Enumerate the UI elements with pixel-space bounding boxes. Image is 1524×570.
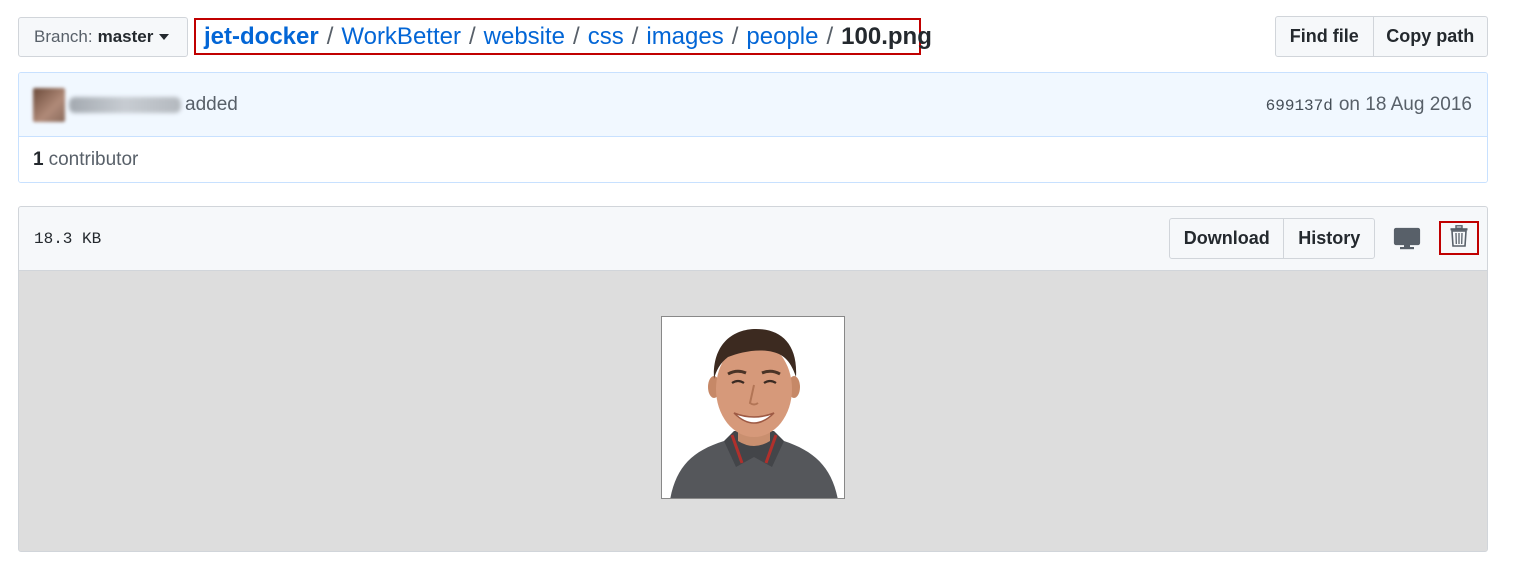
file-actions: Download History (1169, 218, 1375, 259)
branch-label: Branch: (34, 27, 93, 46)
commit-sha-link[interactable]: 699137d (1266, 97, 1333, 115)
branch-name: master (97, 27, 154, 46)
person-photo (661, 316, 845, 499)
breadcrumb-separator: / (731, 22, 739, 50)
contributors-count: 1 (33, 149, 44, 170)
branch-selector-button[interactable]: Branch: master (18, 17, 188, 57)
breadcrumb: jet-docker / WorkBetter / website / css … (194, 18, 932, 55)
trash-icon (1450, 224, 1468, 252)
breadcrumb-current-file: 100.png (841, 22, 932, 50)
file-size: 18.3 KB (34, 229, 102, 248)
contributors-label: contributor (48, 149, 139, 170)
breadcrumb-link-workbetter[interactable]: WorkBetter (341, 23, 461, 51)
desktop-icon[interactable] (1393, 227, 1421, 251)
author-avatar[interactable] (33, 87, 65, 122)
commit-message[interactable]: added (185, 94, 238, 116)
author-name-blurred[interactable] (69, 96, 181, 113)
image-preview-area (19, 271, 1487, 551)
file-navigation-actions: Find file Copy path (1275, 16, 1488, 57)
breadcrumb-separator: / (631, 22, 639, 50)
delete-file-button[interactable] (1439, 221, 1479, 255)
find-file-button[interactable]: Find file (1276, 17, 1373, 56)
breadcrumb-separator: / (468, 22, 476, 50)
breadcrumb-repo-link[interactable]: jet-docker (204, 23, 319, 51)
caret-down-icon (159, 34, 170, 40)
commit-tease: added 699137d on 18 Aug 2016 1 contributo… (18, 72, 1488, 183)
file-viewer: 18.3 KB Download History (18, 206, 1488, 552)
latest-commit-row: added 699137d on 18 Aug 2016 (19, 73, 1487, 137)
history-button[interactable]: History (1283, 219, 1374, 258)
breadcrumb-separator: / (573, 22, 580, 50)
breadcrumb-link-images[interactable]: images (646, 23, 723, 51)
commit-date: on 18 Aug 2016 (1338, 93, 1472, 115)
copy-path-button[interactable]: Copy path (1372, 17, 1487, 56)
contributors-row[interactable]: 1 contributor (19, 137, 1487, 182)
download-button[interactable]: Download (1170, 219, 1283, 258)
breadcrumb-separator: / (826, 22, 834, 50)
breadcrumb-link-css[interactable]: css (588, 23, 624, 51)
breadcrumb-link-people[interactable]: people (746, 23, 818, 51)
breadcrumb-separator: / (326, 22, 334, 50)
file-header: 18.3 KB Download History (19, 207, 1487, 271)
commit-meta: 699137d on 18 Aug 2016 (1266, 94, 1472, 116)
breadcrumb-link-website[interactable]: website (484, 23, 565, 51)
